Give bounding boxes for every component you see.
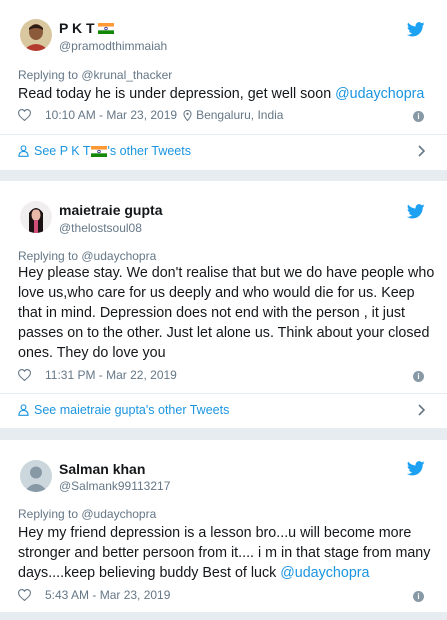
tweet-timestamp[interactable]: 11:31 PM - Mar 22, 2019 bbox=[45, 368, 177, 382]
avatar[interactable] bbox=[20, 201, 52, 233]
mention-link[interactable]: @udaychopra bbox=[280, 565, 369, 581]
tweet-text: Read today he is under depression, get w… bbox=[18, 86, 425, 102]
user-handle[interactable]: @thelostsoul08 bbox=[59, 221, 142, 235]
person-icon bbox=[18, 145, 29, 157]
tweet-meta: 11:31 PM - Mar 22, 2019 bbox=[18, 368, 177, 382]
tweet-timestamp[interactable]: 10:10 AM - Mar 23, 2019 bbox=[45, 108, 177, 122]
tweet-location[interactable]: Bengaluru, India bbox=[196, 108, 283, 122]
twitter-bird-icon[interactable] bbox=[407, 204, 425, 219]
tweet-card-1: P K T @pramodthimmaiah Replying to @krun… bbox=[0, 0, 447, 170]
location-pin-icon bbox=[183, 109, 192, 121]
twitter-bird-icon[interactable] bbox=[407, 22, 425, 37]
heart-icon[interactable] bbox=[18, 369, 31, 381]
heart-icon[interactable] bbox=[18, 589, 31, 601]
info-icon[interactable]: i bbox=[413, 111, 424, 122]
india-flag-icon bbox=[90, 145, 107, 157]
replying-to[interactable]: Replying to @udaychopra bbox=[18, 249, 156, 263]
india-flag-icon bbox=[97, 21, 114, 34]
info-icon[interactable]: i bbox=[413, 371, 424, 382]
chevron-right-icon[interactable] bbox=[418, 404, 425, 416]
avatar[interactable] bbox=[20, 460, 52, 492]
tweet-text: Hey my friend depression is a lesson bro… bbox=[18, 525, 431, 581]
info-icon[interactable]: i bbox=[413, 591, 424, 602]
display-name[interactable]: Salman khan bbox=[59, 461, 145, 477]
replying-to[interactable]: Replying to @udaychopra bbox=[18, 507, 156, 521]
tweet-meta: 10:10 AM - Mar 23, 2019 Bengaluru, India bbox=[18, 108, 283, 122]
replying-to[interactable]: Replying to @krunal_thacker bbox=[18, 68, 172, 82]
tweet-text: Hey please stay. We don't realise that b… bbox=[18, 265, 435, 361]
display-name[interactable]: maietraie gupta bbox=[59, 202, 162, 218]
user-handle[interactable]: @pramodthimmaiah bbox=[59, 39, 167, 53]
see-other-tweets-link[interactable]: See P K T 's other Tweets bbox=[18, 144, 191, 158]
display-name[interactable]: P K T bbox=[59, 20, 114, 36]
user-handle[interactable]: @Salmank99113217 bbox=[59, 479, 170, 493]
person-icon bbox=[18, 404, 29, 416]
see-other-tweets-link[interactable]: See maietraie gupta's other Tweets bbox=[18, 403, 229, 417]
divider bbox=[0, 134, 447, 135]
chevron-right-icon[interactable] bbox=[418, 145, 425, 157]
divider bbox=[0, 393, 447, 394]
tweet-meta: 5:43 AM - Mar 23, 2019 bbox=[18, 588, 170, 602]
tweet-card-2: maietraie gupta @thelostsoul08 Replying … bbox=[0, 181, 447, 428]
heart-icon[interactable] bbox=[18, 109, 31, 121]
avatar[interactable] bbox=[20, 19, 52, 51]
tweet-card-3: Salman khan @Salmank99113217 Replying to… bbox=[0, 440, 447, 612]
tweet-timestamp[interactable]: 5:43 AM - Mar 23, 2019 bbox=[45, 588, 170, 602]
twitter-bird-icon[interactable] bbox=[407, 461, 425, 476]
mention-link[interactable]: @udaychopra bbox=[335, 86, 424, 102]
